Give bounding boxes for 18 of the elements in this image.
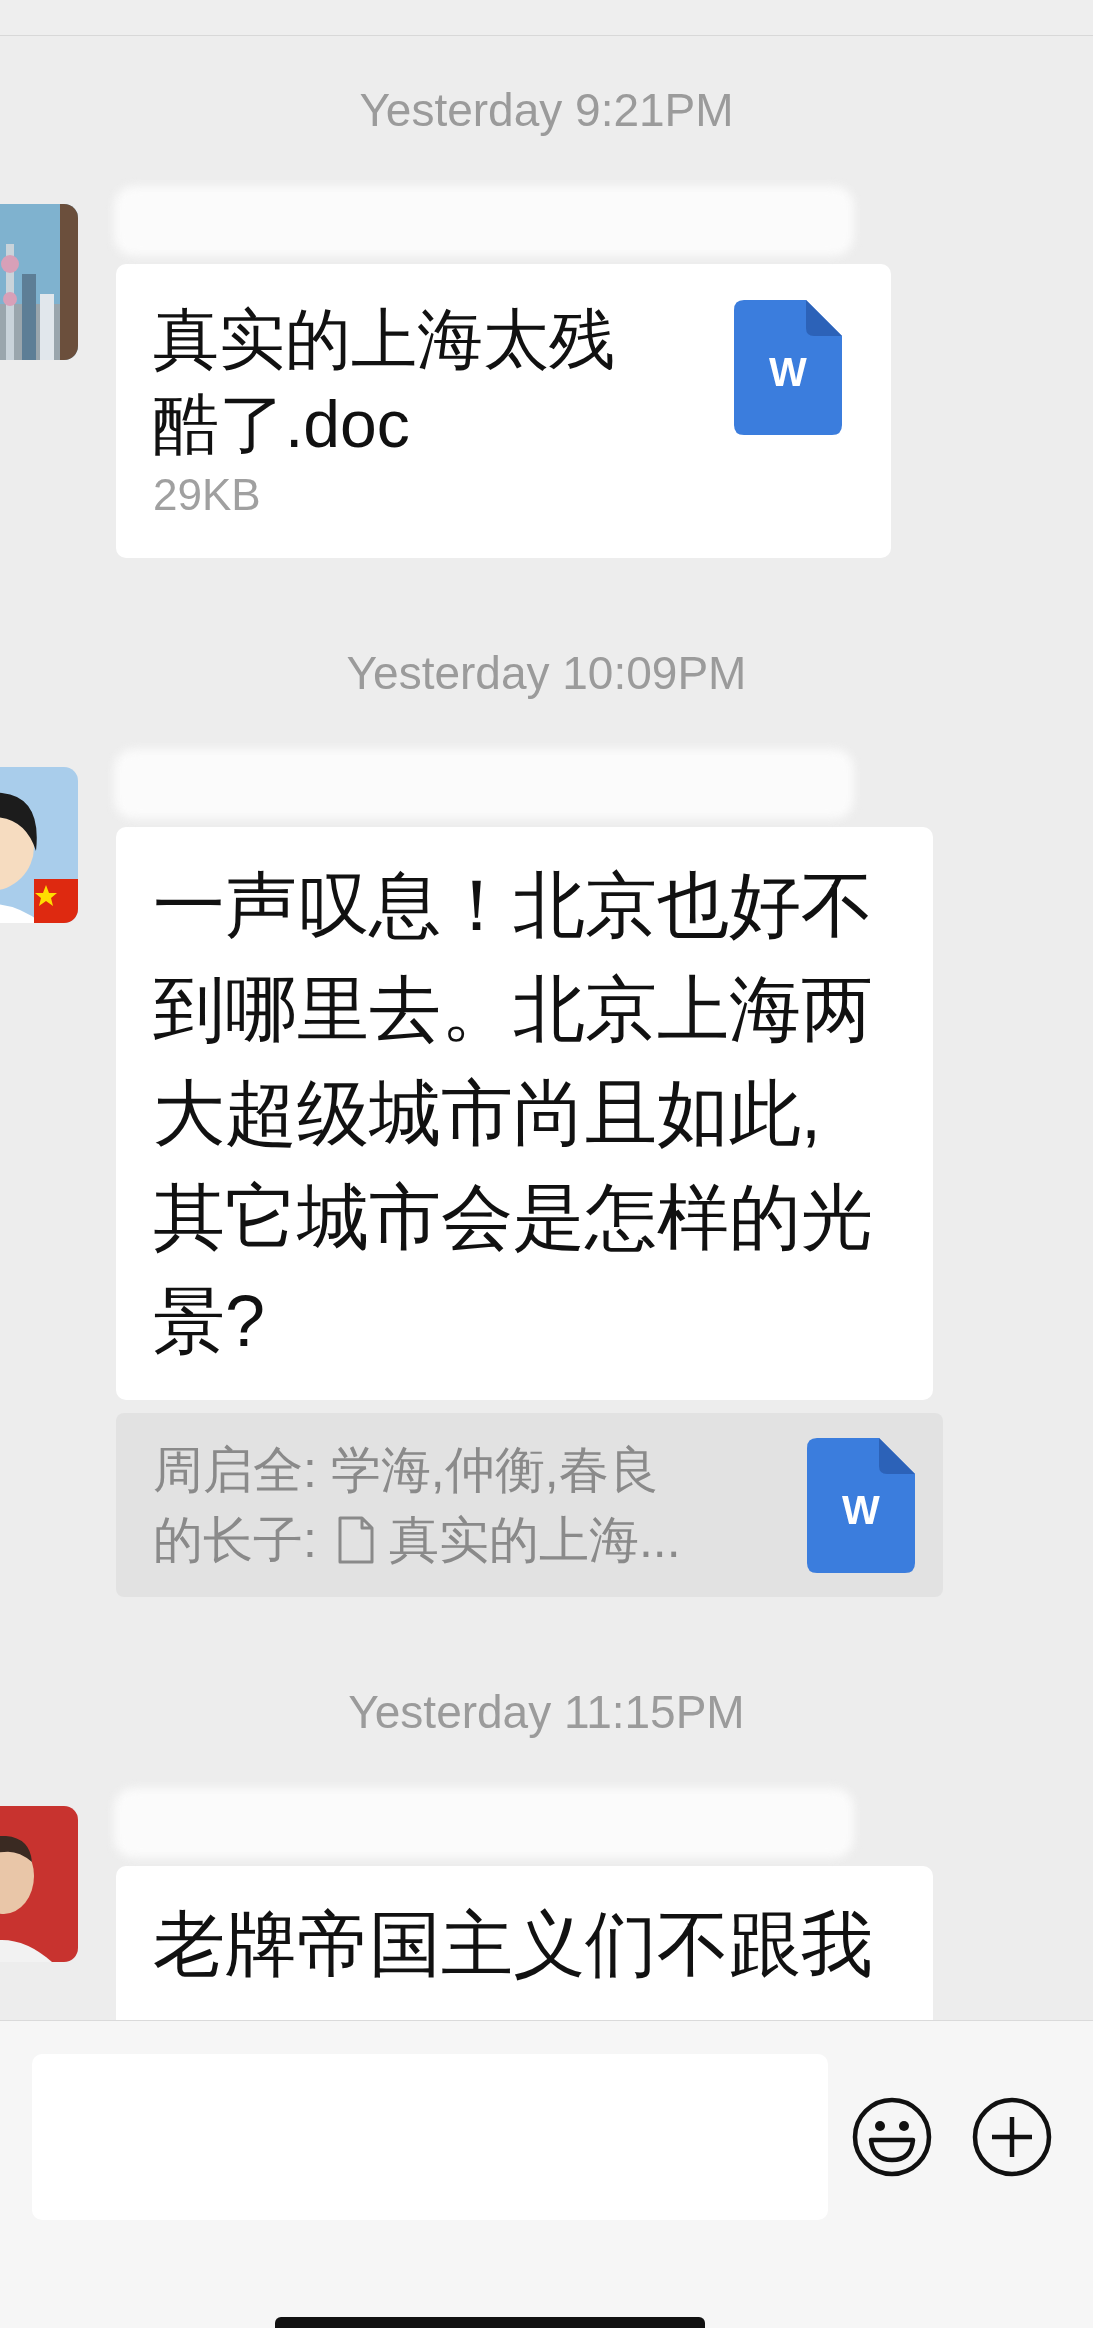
document-icon: W [807,1437,915,1573]
file-message[interactable]: 真实的上海太残酷了.doc 29KB W [116,264,891,558]
smiley-icon[interactable] [851,2096,933,2178]
quote-file-name: 真实的上海... [388,1511,681,1570]
message-text: 老牌帝国主义们不跟我 [153,1903,874,1986]
add-icon[interactable] [971,2096,1053,2178]
file-name: 真实的上海太残酷了.doc [153,301,616,463]
document-icon: W [734,300,842,435]
avatar[interactable] [0,767,78,923]
quote-sender: 周启全: 学海,仲衡,春良 [153,1442,659,1498]
file-size: 29KB [153,469,262,521]
quoted-message[interactable]: 周启全: 学海,仲衡,春良 的长子: 真实的上海... W [116,1413,943,1597]
timestamp: Yesterday 9:21PM [359,83,734,138]
message-text: 一声叹息！北京也好不到哪里去。北京上海两大超级城市尚且如此,其它城市会是怎样的光景? [153,864,874,1363]
timestamp: Yesterday 10:09PM [346,646,747,701]
file-icon [336,1516,375,1564]
quote-sender: 的长子: [153,1511,317,1570]
timestamp: Yesterday 11:15PM [348,1685,745,1740]
